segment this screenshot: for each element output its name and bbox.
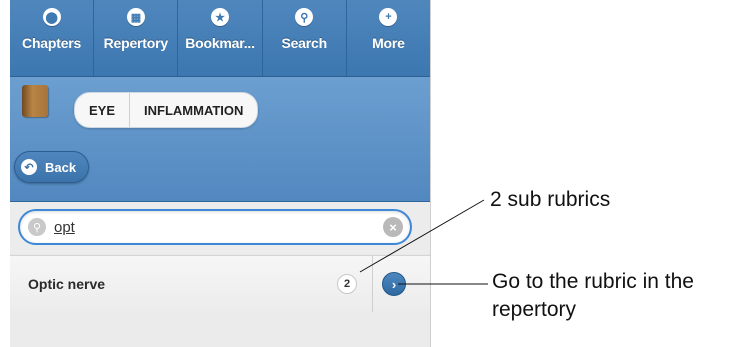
annotation-sub-rubrics: 2 sub rubrics xyxy=(490,188,611,211)
annotation-go-to-rubric: Go to the rubric in the repertory xyxy=(492,270,694,321)
annotation-line-sub-rubrics xyxy=(359,199,485,273)
